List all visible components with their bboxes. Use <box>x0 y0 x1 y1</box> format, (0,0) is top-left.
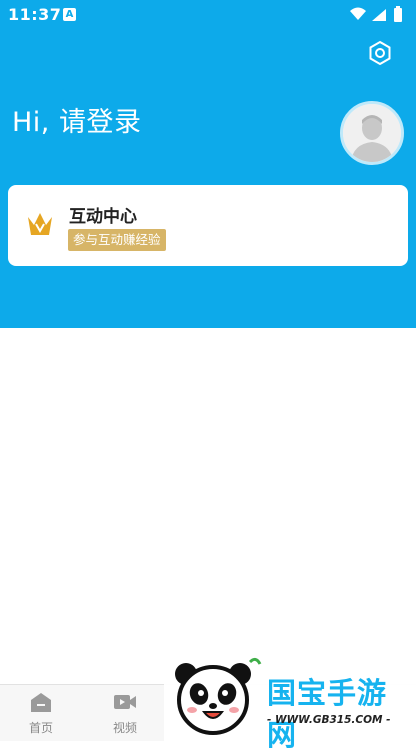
interaction-center-card[interactable]: 互动中心 参与互动赚经验 <box>8 185 408 266</box>
crown-icon <box>28 213 52 235</box>
notification-icon: A <box>63 8 76 21</box>
tab-home[interactable]: 首页 <box>11 685 71 742</box>
home-icon <box>31 693 51 712</box>
video-icon <box>114 695 136 709</box>
default-avatar-icon <box>343 104 401 162</box>
battery-icon <box>394 8 402 22</box>
settings-gear-icon[interactable] <box>367 40 393 66</box>
wifi-icon <box>350 7 366 20</box>
system-status-icons <box>350 6 402 22</box>
watermark-brand: 国宝手游网 <box>267 676 388 752</box>
login-prompt[interactable]: Hi, 请登录 <box>12 100 141 139</box>
profile-header: 11:37 A Hi, 请登录 互动中心 参与互动赚经验 <box>0 0 416 328</box>
status-time: 11:37 <box>8 5 62 24</box>
earn-experience-badge: 参与互动赚经验 <box>68 229 166 251</box>
tab-video-label: 视频 <box>112 721 137 735</box>
tab-home-label: 首页 <box>28 721 53 735</box>
watermark-url: - WWW.GB315.COM - <box>267 714 391 726</box>
user-avatar[interactable] <box>340 101 404 165</box>
tab-video[interactable]: 视频 <box>95 685 155 742</box>
panda-logo <box>175 657 262 735</box>
watermark-overlay: 国宝手游网 - WWW.GB315.COM - <box>164 648 416 752</box>
signal-icon <box>372 9 386 21</box>
interaction-center-title: 互动中心 <box>69 207 137 227</box>
status-bar: 11:37 A <box>0 0 416 30</box>
